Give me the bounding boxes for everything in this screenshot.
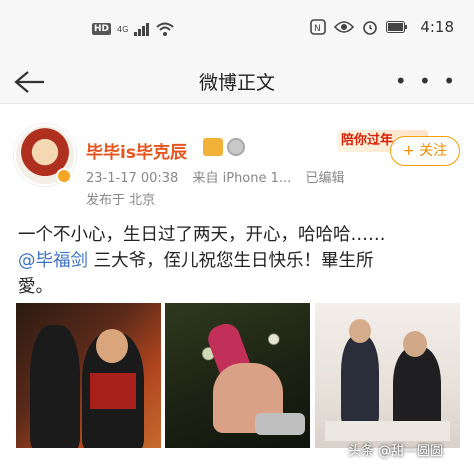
post-text-line2-rest: 三大爷，侄儿祝您生日快乐！畢生所	[88, 251, 374, 271]
photo-calligraphy[interactable]	[315, 303, 460, 448]
more-icon[interactable]: • • •	[395, 71, 458, 91]
wifi-icon	[156, 22, 174, 36]
signal-icon	[134, 23, 150, 36]
post-date: 23-1-17 00:38	[86, 171, 179, 186]
post-text: 一个不小心，生日过了两天，开心，哈哈哈…… @毕福剑 三大爷，侄儿祝您生日快乐！…	[18, 222, 458, 300]
red-shirt	[90, 373, 136, 409]
face-right	[403, 331, 427, 357]
eye-icon	[334, 21, 355, 33]
photo-hand-microphone[interactable]	[165, 303, 310, 448]
status-right: N 4:18	[310, 18, 454, 36]
post-edited[interactable]: 已编辑	[305, 171, 344, 186]
svg-text:N: N	[314, 24, 321, 34]
post-text-line3: 愛。	[18, 277, 53, 297]
figure-left	[341, 335, 379, 425]
watermark: 头条 @甜一圆圆	[348, 444, 444, 459]
nfc-icon: N	[310, 19, 327, 35]
status-time: 4:18	[420, 18, 454, 36]
photo-two-men[interactable]	[16, 303, 161, 448]
nav-bar: 微博正文 • • •	[0, 58, 474, 104]
mention-link[interactable]: @毕福剑	[18, 251, 88, 271]
figure-left	[30, 325, 80, 448]
username[interactable]: 毕毕is毕克辰	[86, 138, 187, 163]
post-location: 发布于 北京	[86, 193, 156, 208]
network-label: 4G	[117, 24, 129, 34]
status-bar: HD 4G N 4:18	[0, 0, 474, 58]
post-source: 来自 iPhone 1...	[192, 171, 292, 186]
watch	[255, 413, 305, 435]
paper	[325, 421, 450, 441]
verified-badge-icon	[56, 168, 72, 184]
post-text-line2: @毕福剑 三大爷，侄儿祝您生日快乐！畢生所	[18, 248, 458, 274]
post-meta: 23-1-17 00:38 来自 iPhone 1... 已编辑	[86, 167, 354, 186]
face-left	[349, 319, 371, 343]
vip-crown-icon[interactable]	[203, 138, 223, 156]
battery-icon	[386, 21, 408, 33]
hd-icon: HD	[92, 23, 112, 35]
status-left: HD 4G	[92, 22, 174, 36]
alarm-icon	[363, 21, 378, 35]
follow-button[interactable]: + 关注	[390, 136, 460, 166]
face	[96, 329, 128, 363]
post-text-line1: 一个不小心，生日过了两天，开心，哈哈哈……	[18, 225, 386, 245]
medal-icon[interactable]	[227, 138, 245, 156]
